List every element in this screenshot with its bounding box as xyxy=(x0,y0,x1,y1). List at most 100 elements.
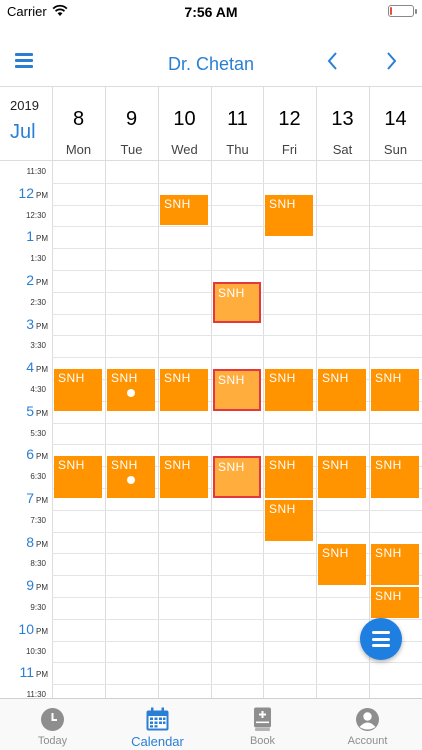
appointment-block[interactable]: SNH xyxy=(371,456,419,498)
tab-today-label: Today xyxy=(37,735,68,747)
grid-column-divider xyxy=(263,161,264,698)
grid-row-divider xyxy=(52,270,422,271)
grid-row-divider xyxy=(52,597,422,598)
hour-number: 9 xyxy=(26,577,34,594)
time-label-half: 8:30 xyxy=(30,559,46,569)
grid-row-divider xyxy=(52,422,422,424)
day-name: Sun xyxy=(383,142,408,157)
calendar-grid[interactable]: 11:30 12 PM 12:30 1 PM 1:30 2 PM 2:30 3 PM 3:30 4 PM 4:… xyxy=(0,161,422,698)
day-name: Wed xyxy=(171,142,198,157)
tab-bar: Today Calendar Book Account xyxy=(0,698,422,750)
day-header-sat[interactable]: 13 Sat xyxy=(316,87,368,161)
doctor-title: Dr. Chetan xyxy=(167,54,255,74)
grid-column-divider xyxy=(369,161,370,698)
time-label-half: 11:30 xyxy=(26,166,46,176)
status-bar: Carrier 7:56 AM xyxy=(0,0,422,24)
appointment-block[interactable]: SNH xyxy=(213,281,261,324)
day-header-wed[interactable]: 10 Wed xyxy=(158,87,210,161)
hour-suffix: PM xyxy=(36,190,48,200)
tab-calendar[interactable]: Calendar xyxy=(105,699,210,750)
time-label-hour: 12 PM xyxy=(6,185,48,201)
account-icon xyxy=(356,708,379,731)
day-header-tue[interactable]: 9 Tue xyxy=(105,87,157,161)
appointment-block[interactable]: SNH xyxy=(265,456,313,498)
appointment-block[interactable]: SNH xyxy=(160,369,208,411)
time-label-hour: 11 PM xyxy=(6,664,48,680)
time-label-hour: 6 PM xyxy=(6,446,48,462)
tab-account[interactable]: Account xyxy=(315,699,420,750)
hour-suffix: PM xyxy=(36,321,48,331)
tab-today[interactable]: Today xyxy=(0,699,105,750)
grid-column-divider xyxy=(105,161,106,698)
app-root: Carrier 7:56 AM Dr. Chetan 2019 Jul 8 Mon… xyxy=(0,0,422,750)
appointment-block[interactable]: SNH xyxy=(318,369,366,411)
grid-row-divider xyxy=(52,357,422,359)
appointment-dot-icon xyxy=(127,389,135,398)
time-label-half: 9:30 xyxy=(30,602,46,612)
grid-row-divider xyxy=(52,182,422,184)
appointment-block[interactable]: SNH xyxy=(371,543,419,586)
appointment-block[interactable]: SNH xyxy=(371,369,419,411)
tab-book-label: Book xyxy=(249,735,276,747)
grid-row-divider xyxy=(52,553,422,555)
appointment-label: SNH xyxy=(269,371,296,386)
floating-menu-button[interactable] xyxy=(360,618,402,660)
appointment-block[interactable]: SNH xyxy=(265,369,313,411)
day-header-sun[interactable]: 14 Sun xyxy=(369,87,421,161)
appointment-block[interactable]: SNH xyxy=(107,369,155,411)
hour-suffix: PM xyxy=(36,539,48,549)
grid-row-divider xyxy=(52,618,422,620)
appointment-block[interactable]: SNH xyxy=(213,456,261,498)
day-header-mon[interactable]: 8 Mon xyxy=(52,87,104,161)
appointment-label: SNH xyxy=(111,371,138,386)
hamburger-menu-button[interactable] xyxy=(14,50,36,72)
appointment-block[interactable]: SNH xyxy=(318,456,366,498)
grid-column-divider xyxy=(52,161,53,698)
time-label-half: 5:30 xyxy=(30,428,46,438)
appointment-block[interactable]: SNH xyxy=(318,543,366,586)
appointment-label: SNH xyxy=(164,371,191,386)
grid-row-divider xyxy=(52,444,422,446)
month-label: Jul xyxy=(10,121,36,143)
next-week-button[interactable] xyxy=(380,50,402,72)
hour-number: 8 xyxy=(26,533,34,550)
appointment-block[interactable]: SNH xyxy=(213,369,261,411)
tab-book[interactable]: Book xyxy=(210,699,315,750)
grid-row-divider xyxy=(52,531,422,533)
appointment-block[interactable]: SNH xyxy=(54,369,102,411)
time-label-half: 6:30 xyxy=(30,472,46,482)
hour-suffix: PM xyxy=(36,452,48,462)
time-label-half: 10:30 xyxy=(25,646,46,656)
hour-number: 2 xyxy=(26,271,34,288)
grid-row-divider xyxy=(52,335,422,337)
wifi-icon xyxy=(52,4,68,16)
hour-suffix: PM xyxy=(36,365,48,375)
time-label-hour: 3 PM xyxy=(6,316,48,332)
day-header-thu[interactable]: 11 Thu xyxy=(211,87,263,161)
chevron-right-icon xyxy=(387,52,397,70)
appointment-block[interactable]: SNH xyxy=(160,194,208,226)
day-name: Fri xyxy=(281,142,298,157)
appointment-label: SNH xyxy=(375,371,402,386)
appointment-block[interactable]: SNH xyxy=(160,456,208,498)
day-name: Tue xyxy=(120,142,143,157)
time-label-hour: 10 PM xyxy=(6,621,48,637)
hour-suffix: PM xyxy=(36,234,48,244)
time-label-hour: 4 PM xyxy=(6,359,48,375)
appointment-block[interactable]: SNH xyxy=(371,587,419,618)
grid-row-divider xyxy=(52,226,422,228)
hour-suffix: PM xyxy=(36,277,48,287)
previous-week-button[interactable] xyxy=(322,50,344,72)
day-header-fri[interactable]: 12 Fri xyxy=(263,87,315,161)
time-label-half: 7:30 xyxy=(30,515,46,525)
appointment-block[interactable]: SNH xyxy=(107,456,155,498)
appointment-block[interactable]: SNH xyxy=(265,499,313,542)
time-label-half: 1:30 xyxy=(30,254,46,264)
appointment-label: SNH xyxy=(269,501,296,516)
appointment-block[interactable]: SNH xyxy=(265,194,313,237)
hour-suffix: PM xyxy=(36,670,48,680)
hour-number: 5 xyxy=(26,402,34,419)
appointment-block[interactable]: SNH xyxy=(54,456,102,498)
time-label-hour: 1 PM xyxy=(6,228,48,244)
appointment-label: SNH xyxy=(322,371,349,386)
